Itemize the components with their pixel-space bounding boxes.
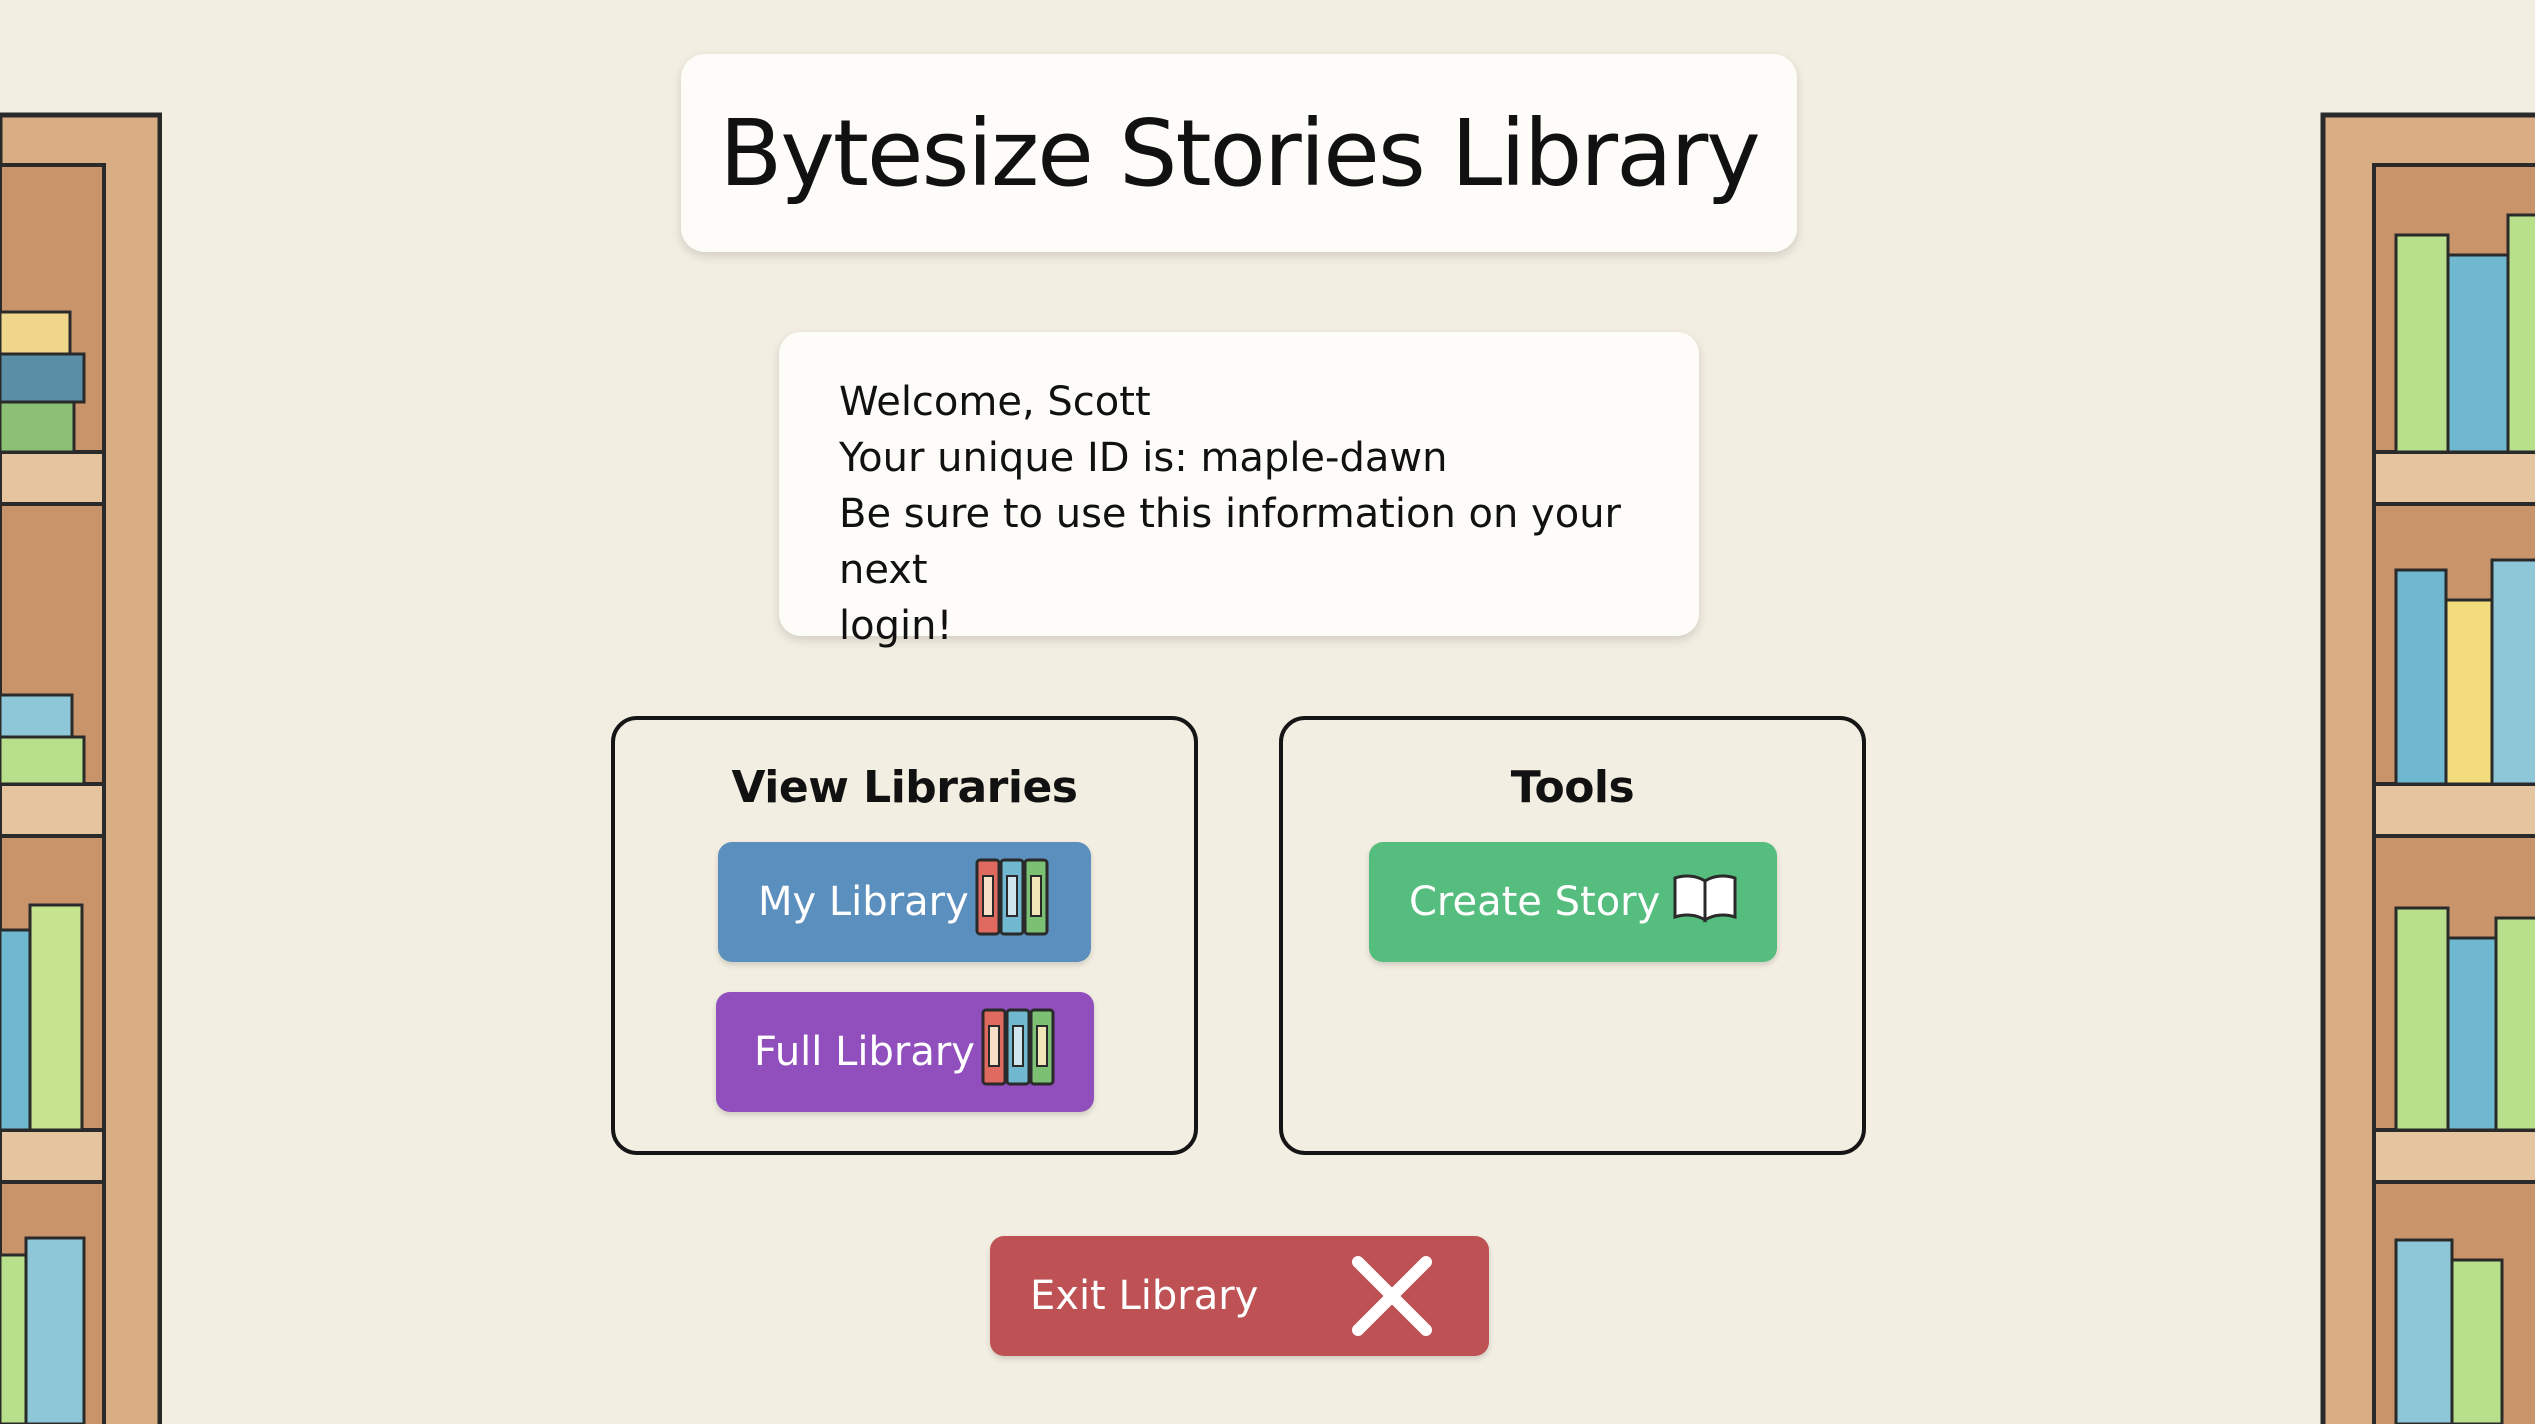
unique-id-line: Your unique ID is: maple-dawn (839, 435, 1448, 481)
open-book-icon (1672, 871, 1738, 933)
tools-heading: Tools (1510, 762, 1635, 813)
title-card: Bytesize Stories Library (681, 54, 1797, 252)
welcome-greeting: Welcome, Scott (839, 379, 1151, 425)
books-icon (975, 858, 1049, 946)
reminder-line-continued: login! (839, 603, 953, 649)
reminder-line: Be sure to use this information on your … (839, 491, 1621, 593)
create-story-label: Create Story (1409, 879, 1661, 925)
my-library-button[interactable]: My Library (718, 842, 1091, 962)
view-libraries-heading: View Libraries (731, 762, 1079, 813)
exit-library-button[interactable]: Exit Library (990, 1236, 1489, 1356)
bookshelf-right-decoration (2320, 112, 2535, 1424)
books-icon (981, 1008, 1055, 1096)
bookshelf-left-decoration (0, 112, 162, 1424)
page-title: Bytesize Stories Library (719, 99, 1760, 207)
close-icon (1350, 1254, 1434, 1348)
create-story-button[interactable]: Create Story (1369, 842, 1777, 962)
exit-library-label: Exit Library (1030, 1273, 1259, 1319)
my-library-label: My Library (758, 879, 969, 925)
full-library-button[interactable]: Full Library (716, 992, 1094, 1112)
welcome-message-card: Welcome, Scott Your unique ID is: maple-… (779, 332, 1699, 649)
full-library-label: Full Library (754, 1029, 975, 1075)
